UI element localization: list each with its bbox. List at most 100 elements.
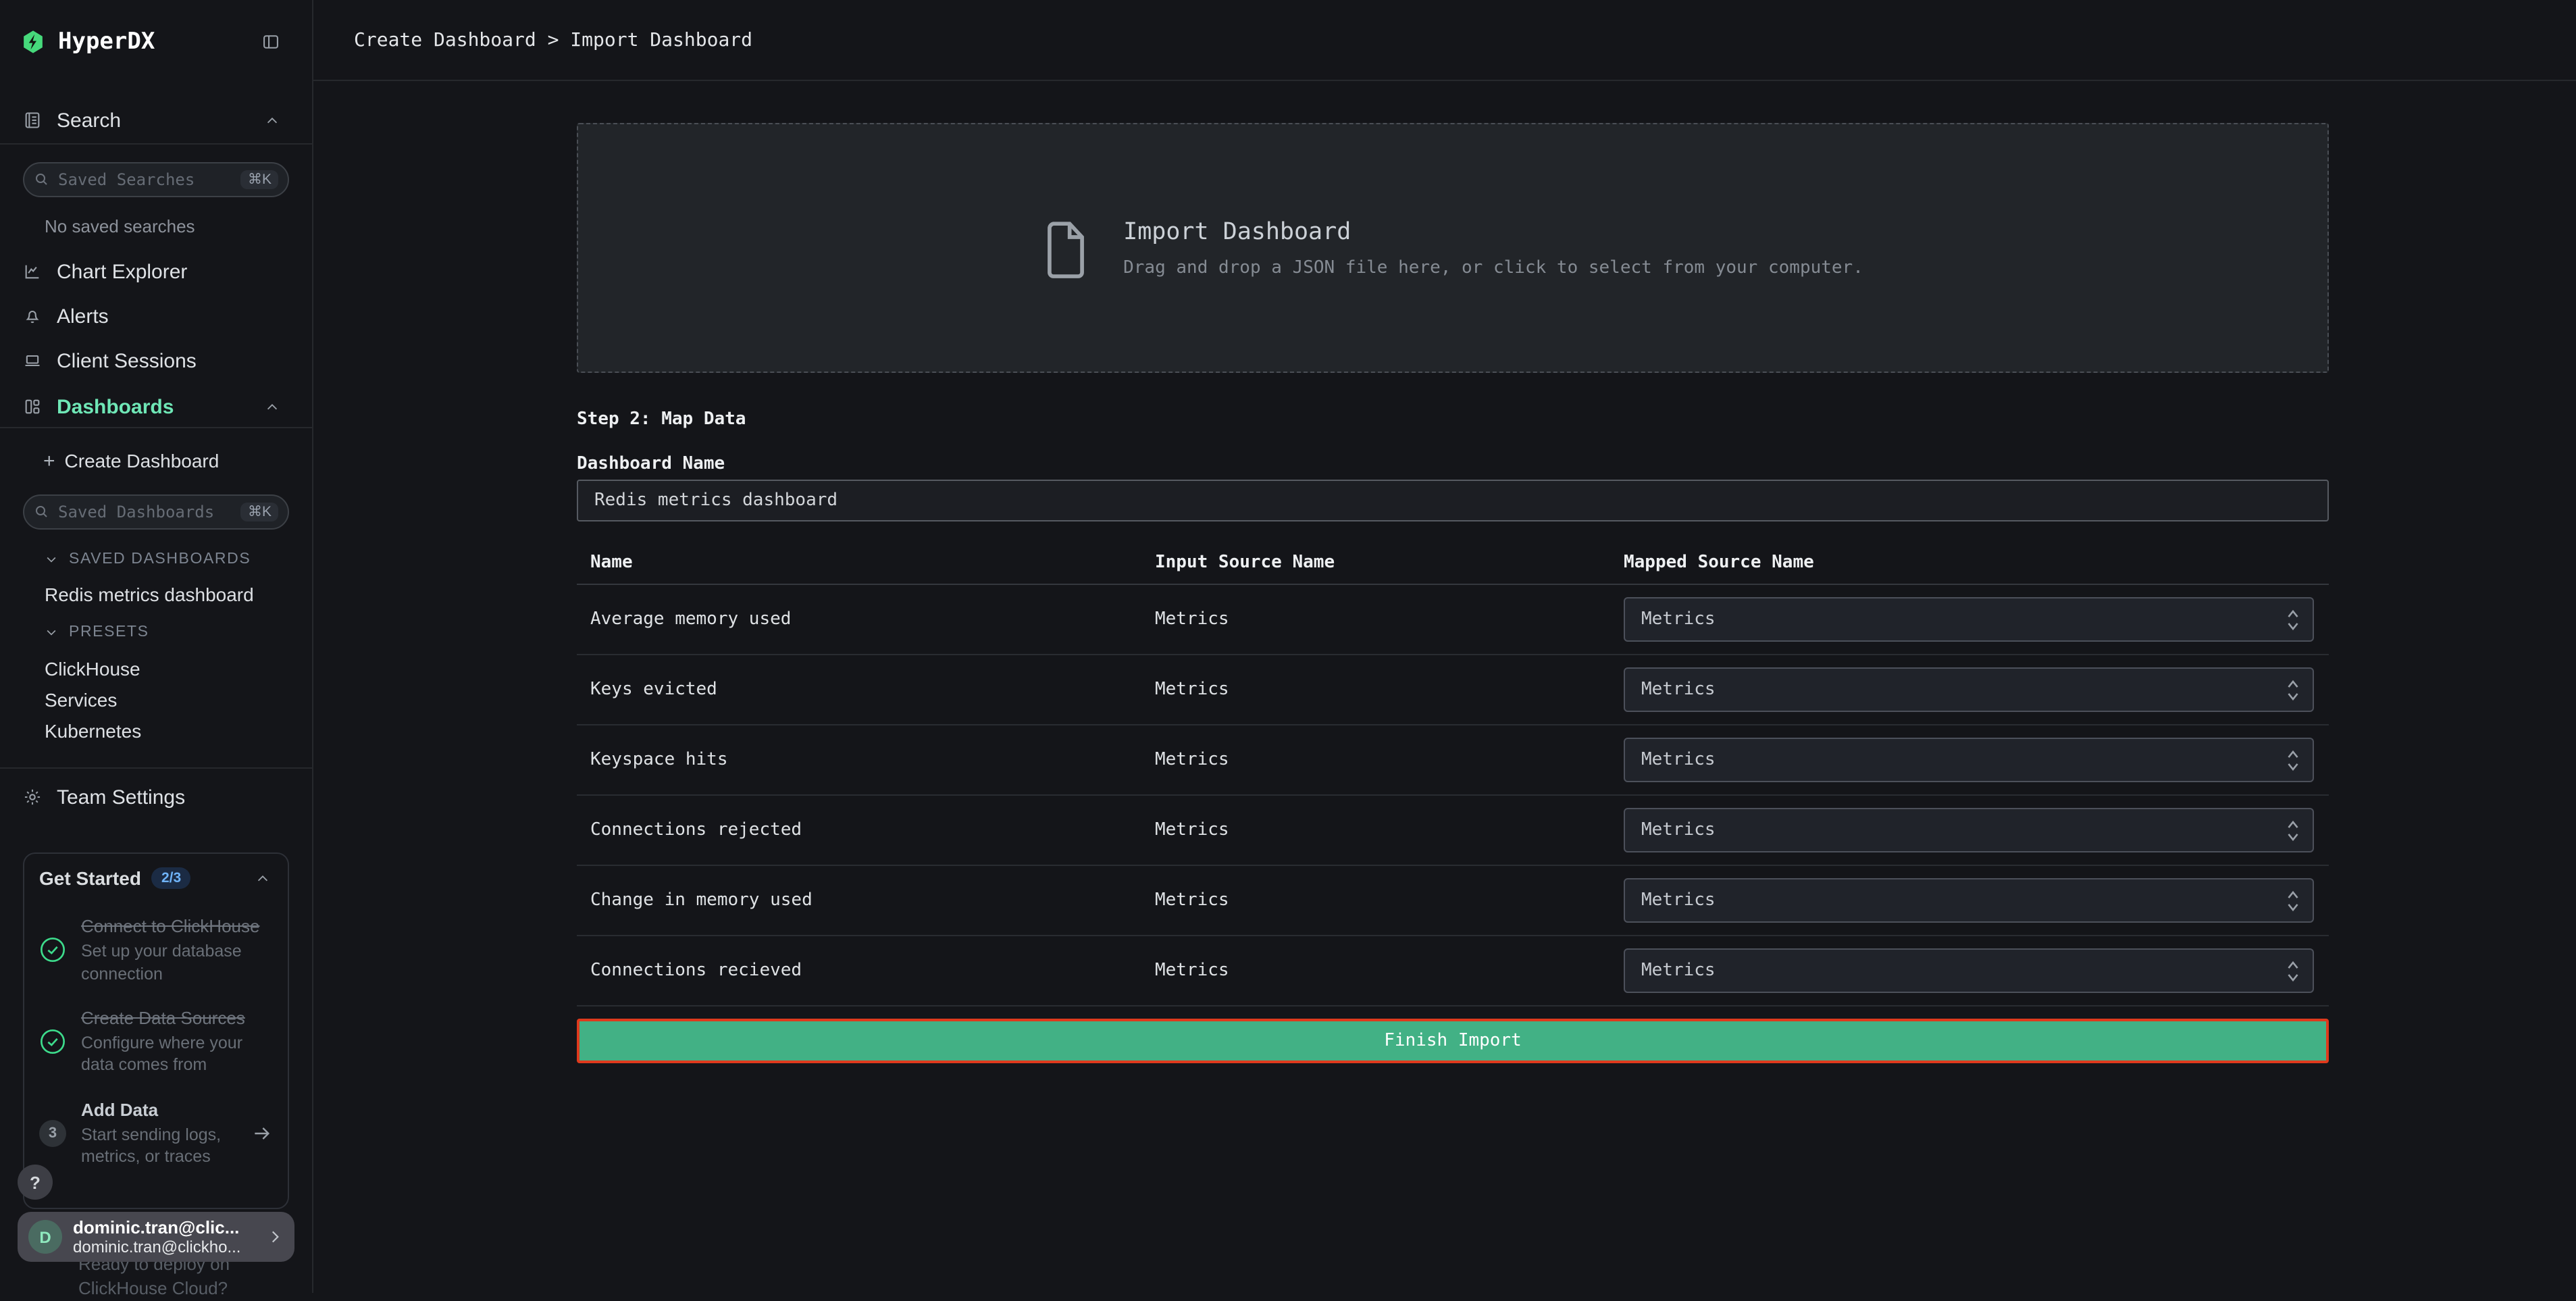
sidebar-divider (0, 767, 312, 769)
table-row: Keys evicted Metrics Metrics (577, 655, 2329, 725)
table-row: Keyspace hits Metrics Metrics (577, 725, 2329, 796)
selected-value: Metrics (1641, 609, 1716, 630)
sidebar-item-label: Alerts (57, 305, 109, 328)
saved-dashboards-group[interactable]: SAVED DASHBOARDS (45, 551, 251, 567)
journal-icon (23, 111, 42, 130)
sidebar-item-client-sessions[interactable]: Client Sessions (0, 342, 312, 380)
hyperdx-logo-icon (22, 30, 45, 54)
saved-dashboards-input[interactable]: Saved Dashboards ⌘K (23, 494, 289, 530)
plus-icon: + (43, 449, 55, 472)
breadcrumb: Create Dashboard > Import Dashboard (354, 29, 752, 51)
select-chevrons-icon (2286, 888, 2300, 913)
saved-searches-input[interactable]: Saved Searches ⌘K (23, 162, 289, 197)
step-subtitle: Set up your database connection (81, 941, 273, 985)
arrow-right-icon (251, 1123, 273, 1144)
dashboard-grid-icon (23, 397, 42, 416)
selected-value: Metrics (1641, 680, 1716, 700)
mapped-source-select[interactable]: Metrics (1624, 597, 2314, 642)
table-row: Change in memory used Metrics Metrics (577, 866, 2329, 936)
shortcut-badge: ⌘K (241, 170, 278, 189)
table-row: Connections recieved Metrics Metrics (577, 936, 2329, 1006)
metric-name: Change in memory used (590, 890, 1155, 911)
input-source: Metrics (1155, 750, 1624, 770)
sidebar-collapse-icon[interactable] (261, 32, 281, 51)
input-source: Metrics (1155, 609, 1624, 630)
metric-name: Keys evicted (590, 680, 1155, 700)
mapped-source-select[interactable]: Metrics (1624, 878, 2314, 923)
mapped-source-select[interactable]: Metrics (1624, 808, 2314, 852)
check-circle-icon (39, 1028, 66, 1055)
step-title: Connect to ClickHouse (81, 916, 273, 938)
select-chevrons-icon (2286, 678, 2300, 702)
mapped-source-select[interactable]: Metrics (1624, 738, 2314, 782)
get-started-header[interactable]: Get Started 2/3 (39, 867, 273, 889)
search-icon (34, 504, 50, 520)
dropzone-subtitle: Drag and drop a JSON file here, or click… (1123, 257, 1863, 278)
mapped-source-select[interactable]: Metrics (1624, 667, 2314, 712)
selected-value: Metrics (1641, 820, 1716, 840)
get-started-item-add-data[interactable]: 3 Add Data Start sending logs, metrics, … (39, 1099, 273, 1168)
metric-name: Average memory used (590, 609, 1155, 630)
sidebar-section-search[interactable]: Search (0, 101, 312, 139)
input-source: Metrics (1155, 820, 1624, 840)
sidebar-item-clickhouse-preset[interactable]: ClickHouse (45, 658, 140, 680)
saved-dashboards-placeholder: Saved Dashboards (58, 503, 214, 521)
metric-name: Connections recieved (590, 961, 1155, 981)
progress-badge: 2/3 (152, 867, 190, 889)
sidebar-divider (0, 143, 312, 145)
selected-value: Metrics (1641, 961, 1716, 981)
metric-name: Connections rejected (590, 820, 1155, 840)
help-button[interactable]: ? (18, 1165, 53, 1200)
bell-icon (23, 307, 42, 326)
sidebar-item-team-settings[interactable]: Team Settings (0, 778, 312, 816)
gear-icon (23, 788, 42, 807)
chevron-down-icon (45, 553, 58, 566)
sidebar-item-redis-dashboard[interactable]: Redis metrics dashboard (45, 584, 254, 605)
step-subtitle: Start sending logs, metrics, or traces (81, 1124, 236, 1168)
sidebar-item-services-preset[interactable]: Services (45, 689, 117, 711)
logo-row: HyperDX (0, 19, 312, 65)
user-menu[interactable]: D dominic.tran@clic... dominic.tran@clic… (18, 1212, 294, 1262)
column-header: Input Source Name (1155, 553, 1624, 573)
sidebar-item-alerts[interactable]: Alerts (0, 297, 312, 335)
create-dashboard-button[interactable]: + Create Dashboard (0, 442, 312, 480)
table-row: Average memory used Metrics Metrics (577, 585, 2329, 655)
dashboard-name-label: Dashboard Name (577, 454, 725, 474)
mapped-source-select[interactable]: Metrics (1624, 948, 2314, 993)
chevron-down-icon (45, 626, 58, 639)
step-title: Create Data Sources (81, 1008, 273, 1030)
selected-value: Metrics (1641, 890, 1716, 911)
sidebar-item-dashboards[interactable]: Dashboards (0, 388, 312, 426)
sidebar-divider (0, 427, 312, 428)
top-bar: Create Dashboard > Import Dashboard (313, 0, 2576, 81)
chevron-right-icon (266, 1228, 284, 1246)
group-label: SAVED DASHBOARDS (69, 551, 251, 567)
sidebar-item-chart-explorer[interactable]: Chart Explorer (0, 253, 312, 290)
user-email: dominic.tran@clickho... (73, 1238, 240, 1256)
get-started-item-sources[interactable]: Create Data Sources Configure where your… (39, 1008, 273, 1077)
table-header-row: Name Input Source Name Mapped Source Nam… (577, 542, 2329, 585)
input-source: Metrics (1155, 961, 1624, 981)
select-chevrons-icon (2286, 748, 2300, 772)
finish-import-button[interactable]: Finish Import (577, 1019, 2329, 1063)
get-started-item-connect[interactable]: Connect to ClickHouse Set up your databa… (39, 916, 273, 985)
laptop-icon (23, 351, 42, 370)
chevron-up-icon (255, 871, 270, 886)
user-name: dominic.tran@clic... (73, 1217, 240, 1238)
presets-group[interactable]: PRESETS (45, 624, 149, 640)
brand-name: HyperDX (58, 28, 155, 55)
shortcut-badge: ⌘K (241, 503, 278, 521)
import-dropzone[interactable]: Import Dashboard Drag and drop a JSON fi… (577, 123, 2329, 373)
check-circle-icon (39, 937, 66, 964)
no-saved-searches-note: No saved searches (45, 216, 195, 236)
sidebar-item-kubernetes-preset[interactable]: Kubernetes (45, 720, 141, 742)
group-label: PRESETS (69, 624, 149, 640)
search-section-label: Search (57, 109, 121, 132)
input-source: Metrics (1155, 890, 1624, 911)
chevron-up-icon (265, 399, 280, 414)
sidebar: HyperDX Search (0, 0, 313, 1293)
dropzone-title: Import Dashboard (1123, 218, 1863, 245)
column-header: Mapped Source Name (1624, 553, 2329, 573)
column-header: Name (590, 553, 1155, 573)
dashboard-name-input[interactable] (577, 480, 2329, 521)
